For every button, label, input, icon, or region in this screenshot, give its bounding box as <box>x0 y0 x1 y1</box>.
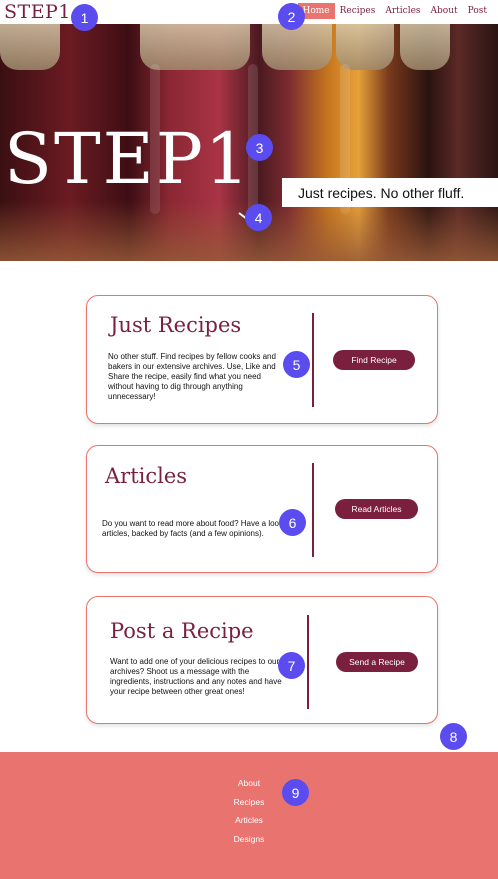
marker-badge: 4 <box>245 204 272 231</box>
jar-lid <box>0 24 60 70</box>
read-articles-button[interactable]: Read Articles <box>335 499 418 519</box>
marker-badge: 1 <box>71 4 98 31</box>
card-divider <box>307 615 309 709</box>
find-recipe-button[interactable]: Find Recipe <box>333 350 415 370</box>
jar-lid <box>140 24 250 70</box>
marker-badge: 7 <box>278 652 305 679</box>
main-nav: Home Recipes Articles About Post <box>297 3 493 19</box>
jar-lid <box>400 24 450 70</box>
nav-recipes[interactable]: Recipes <box>335 3 381 19</box>
marker-badge: 8 <box>440 723 467 750</box>
nav-about[interactable]: About <box>426 3 463 19</box>
footer-link-articles[interactable]: Articles <box>235 811 263 830</box>
footer-link-recipes[interactable]: Recipes <box>234 793 265 812</box>
nav-articles[interactable]: Articles <box>380 3 425 19</box>
card-title: Post a Recipe <box>110 619 254 643</box>
hero-title: STEP1 <box>4 118 252 200</box>
card-just-recipes: Just Recipes No other stuff. Find recipe… <box>86 295 438 424</box>
marker-badge: 6 <box>279 509 306 536</box>
site-logo[interactable]: STEP1 <box>4 1 71 23</box>
marker-badge: 9 <box>282 779 309 806</box>
nav-post[interactable]: Post <box>463 3 492 19</box>
marker-badge: 5 <box>283 351 310 378</box>
card-post-recipe: Post a Recipe Want to add one of your de… <box>86 596 438 724</box>
footer-links: About Recipes Articles Designs <box>0 774 498 848</box>
marker-badge: 2 <box>278 3 305 30</box>
card-title: Just Recipes <box>110 313 242 337</box>
card-title: Articles <box>105 464 188 488</box>
card-divider <box>312 313 314 407</box>
footer-link-designs[interactable]: Designs <box>234 830 265 849</box>
card-text: Want to add one of your delicious recipe… <box>110 657 282 696</box>
footer-link-about[interactable]: About <box>238 774 260 793</box>
card-divider <box>312 463 314 557</box>
marker-badge: 3 <box>246 134 273 161</box>
card-articles: Articles Do you want to read more about … <box>86 445 438 573</box>
jar-lid <box>262 24 332 70</box>
card-text: Do you want to read more about food? Hav… <box>102 519 306 538</box>
send-recipe-button[interactable]: Send a Recipe <box>336 652 418 672</box>
site-footer: About Recipes Articles Designs <box>0 752 498 879</box>
hero-tagline: Just recipes. No other fluff. <box>282 178 498 207</box>
card-text: No other stuff. Find recipes by fellow c… <box>108 352 276 401</box>
